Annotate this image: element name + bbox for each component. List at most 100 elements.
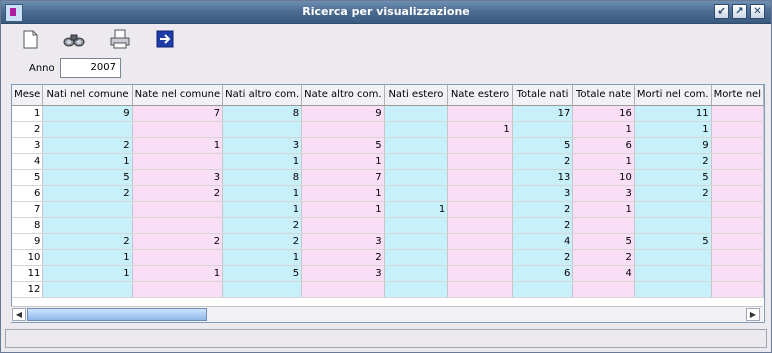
table-row[interactable]: 92223455 [12, 233, 764, 250]
column-header[interactable]: Totale nate [572, 85, 635, 106]
table-cell[interactable] [132, 281, 224, 298]
table-cell[interactable] [711, 185, 764, 202]
table-cell[interactable]: 2 [634, 185, 712, 202]
table-cell[interactable] [512, 281, 574, 298]
table-cell[interactable]: 7 [301, 169, 385, 186]
table-cell[interactable] [711, 169, 764, 186]
table-row[interactable]: 1 9 7 8 9 17 16 11 [12, 105, 764, 122]
table-cell[interactable] [132, 249, 224, 266]
table-cell[interactable]: 2 [42, 137, 133, 154]
column-header[interactable]: Nati altro com. [222, 85, 303, 106]
table-cell[interactable]: 1 [42, 265, 133, 282]
table-cell[interactable]: 4 [572, 265, 635, 282]
table-cell[interactable] [384, 169, 449, 186]
table-row[interactable]: 4111212 [12, 153, 764, 170]
table-cell[interactable]: 9 [42, 105, 133, 122]
table-cell[interactable]: 4 [12, 153, 44, 170]
table-cell[interactable]: 1 [447, 121, 513, 138]
table-cell[interactable] [42, 201, 133, 218]
table-cell[interactable]: 5 [42, 169, 133, 186]
table-cell[interactable] [447, 169, 513, 186]
table-row[interactable]: 2111 [12, 121, 764, 138]
table-cell[interactable]: 2 [512, 217, 574, 234]
table-cell[interactable] [447, 217, 513, 234]
table-cell[interactable] [301, 121, 385, 138]
column-header[interactable]: Nate altro com. [301, 85, 385, 106]
column-header[interactable]: Morti nel com. [634, 85, 712, 106]
table-cell[interactable] [132, 153, 224, 170]
table-cell[interactable]: 1 [301, 201, 385, 218]
printer-icon[interactable] [108, 28, 132, 50]
table-row[interactable]: 10 1 1 2 2 2 [12, 249, 764, 266]
table-cell[interactable]: 2 [512, 153, 574, 170]
table-cell[interactable]: 3 [222, 137, 303, 154]
table-cell[interactable] [711, 121, 764, 138]
table-row[interactable]: 11 1 1 5 3 6 4 [12, 265, 764, 282]
table-cell[interactable] [447, 185, 513, 202]
table-cell[interactable]: 5 [222, 265, 303, 282]
table-cell[interactable] [222, 281, 303, 298]
table-cell[interactable]: 1 [572, 121, 635, 138]
table-cell[interactable]: 5 [634, 233, 712, 250]
table-cell[interactable]: 1 [42, 153, 133, 170]
table-cell[interactable]: 3 [301, 265, 385, 282]
table-cell[interactable]: 1 [222, 201, 303, 218]
table-cell[interactable] [384, 137, 449, 154]
table-cell[interactable]: 5 [572, 233, 635, 250]
table-cell[interactable]: 1 [12, 105, 44, 122]
table-cell[interactable] [447, 233, 513, 250]
column-header[interactable]: Nati nel comune [42, 85, 133, 106]
table-cell[interactable] [634, 265, 712, 282]
table-cell[interactable] [711, 265, 764, 282]
table-cell[interactable]: 1 [634, 121, 712, 138]
table-cell[interactable] [42, 217, 133, 234]
scroll-right-icon[interactable]: ▶ [746, 308, 760, 321]
table-cell[interactable] [634, 201, 712, 218]
table-cell[interactable]: 8 [222, 105, 303, 122]
table-cell[interactable]: 4 [512, 233, 574, 250]
table-cell[interactable] [384, 233, 449, 250]
table-cell[interactable] [447, 265, 513, 282]
table-cell[interactable]: 1 [222, 153, 303, 170]
table-cell[interactable]: 2 [572, 249, 635, 266]
table-cell[interactable]: 10 [12, 249, 44, 266]
table-cell[interactable]: 8 [222, 169, 303, 186]
table-cell[interactable]: 11 [634, 105, 712, 122]
exit-arrow-icon[interactable] [153, 28, 177, 50]
table-cell[interactable] [447, 281, 513, 298]
column-header[interactable]: Nati estero [384, 85, 449, 106]
table-cell[interactable] [132, 201, 224, 218]
table-row[interactable]: 711121 [12, 201, 764, 218]
new-document-icon[interactable] [18, 28, 42, 50]
horizontal-scrollbar[interactable]: ◀ ▶ [11, 306, 763, 322]
data-grid[interactable]: Mese Nati nel comune Nate nel comune Nati a… [11, 84, 765, 323]
table-cell[interactable]: 3 [301, 233, 385, 250]
table-cell[interactable]: 2 [222, 233, 303, 250]
table-cell[interactable]: 10 [572, 169, 635, 186]
table-cell[interactable]: 1 [132, 137, 224, 154]
column-header[interactable]: Nate nel comune [132, 85, 224, 106]
binoculars-icon[interactable] [62, 28, 86, 50]
table-cell[interactable]: 2 [634, 153, 712, 170]
table-cell[interactable] [384, 121, 449, 138]
table-cell[interactable]: 3 [132, 169, 224, 186]
table-cell[interactable]: 2 [301, 249, 385, 266]
table-cell[interactable] [711, 137, 764, 154]
table-cell[interactable]: 3 [512, 185, 574, 202]
table-cell[interactable]: 5 [634, 169, 712, 186]
table-cell[interactable] [512, 121, 574, 138]
table-cell[interactable] [572, 281, 635, 298]
table-cell[interactable]: 2 [132, 233, 224, 250]
table-cell[interactable] [634, 217, 712, 234]
table-cell[interactable]: 1 [572, 153, 635, 170]
table-cell[interactable]: 12 [12, 281, 44, 298]
table-cell[interactable]: 3 [12, 137, 44, 154]
table-cell[interactable]: 6 [572, 137, 635, 154]
scroll-left-icon[interactable]: ◀ [12, 308, 26, 321]
maximize-button[interactable]: ↗ [732, 4, 747, 19]
table-cell[interactable]: 16 [572, 105, 635, 122]
table-cell[interactable] [384, 105, 449, 122]
table-cell[interactable]: 2 [42, 185, 133, 202]
table-cell[interactable]: 2 [42, 233, 133, 250]
table-cell[interactable] [634, 281, 712, 298]
